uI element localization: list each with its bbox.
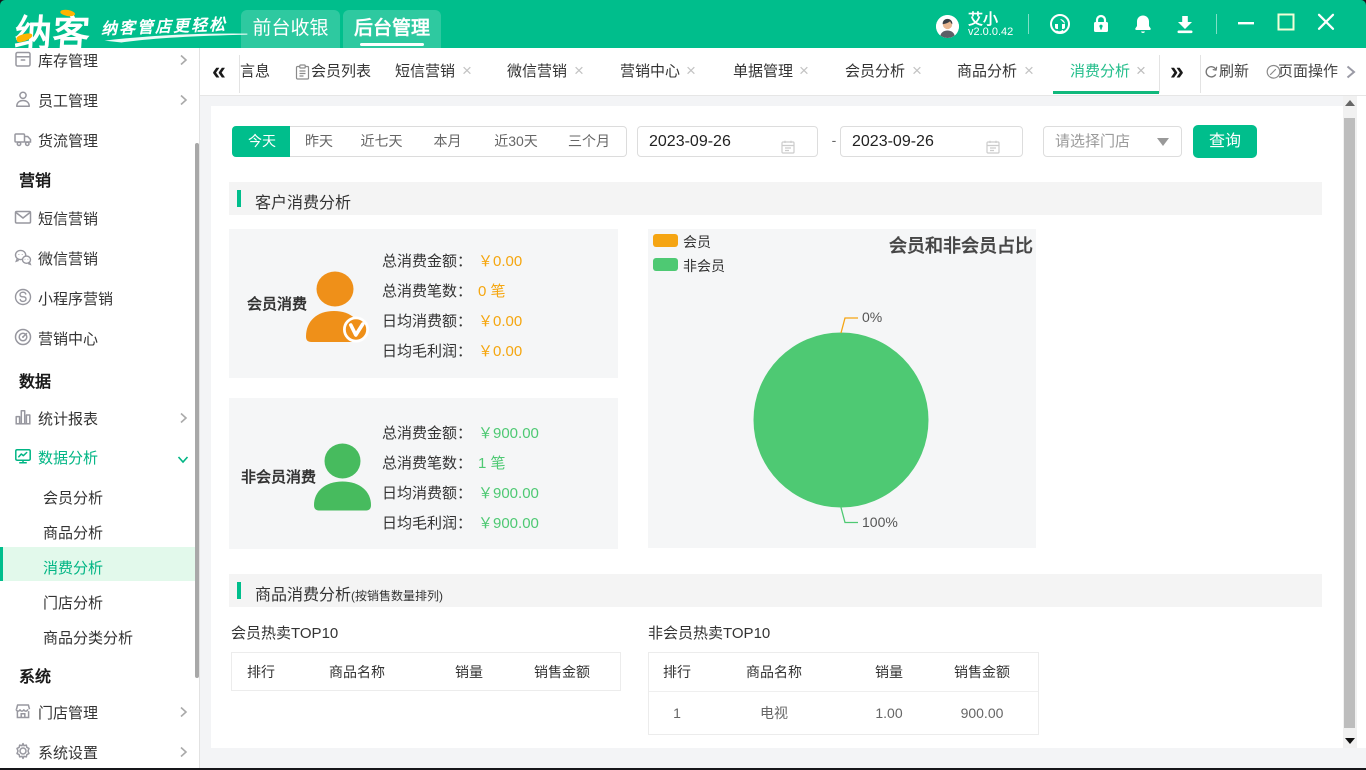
svg-text:100%: 100% bbox=[862, 514, 898, 530]
svg-text:0%: 0% bbox=[862, 309, 882, 325]
